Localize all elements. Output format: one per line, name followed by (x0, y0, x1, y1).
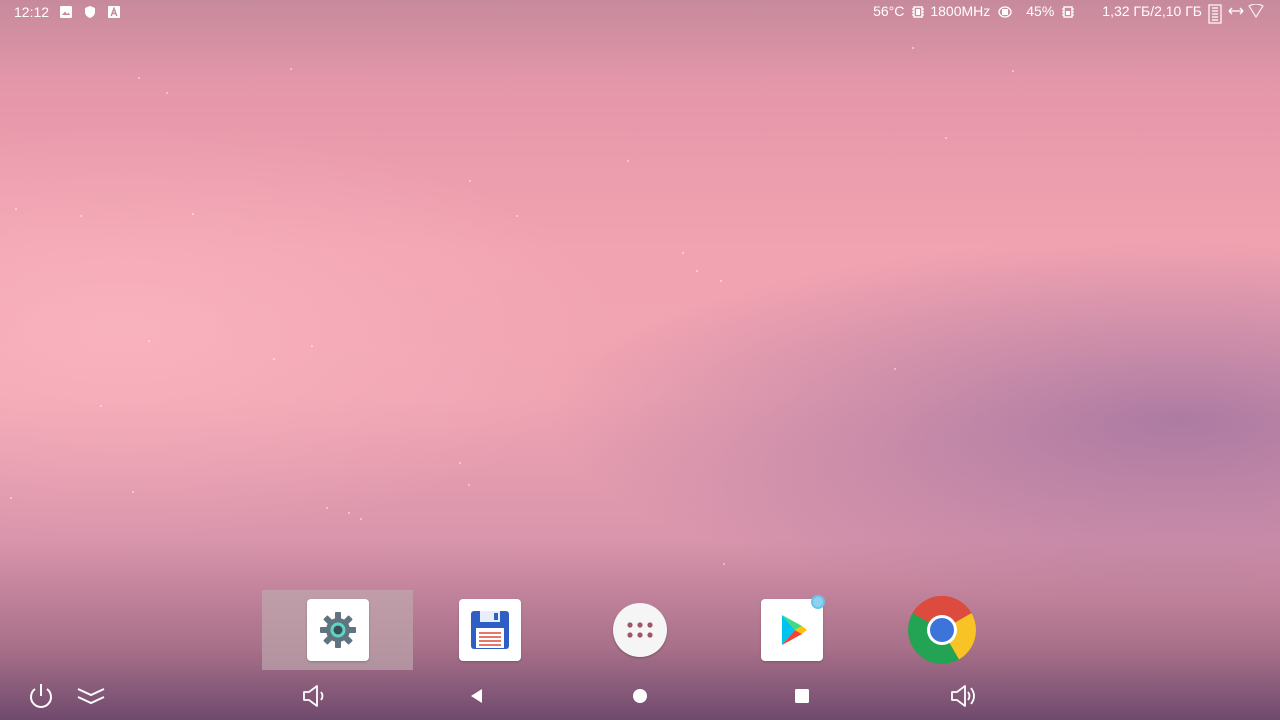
wallpaper-sparkle (682, 252, 684, 254)
wallpaper-sparkle (516, 215, 518, 217)
play-store-icon (781, 615, 807, 645)
wallpaper-sparkle (459, 462, 461, 464)
ram-icon (1208, 4, 1222, 24)
dock-item-settings[interactable] (262, 590, 413, 670)
home-circle-icon (633, 689, 647, 703)
wallpaper-sparkle (311, 345, 313, 347)
cpu-load-readout: 45% (1026, 3, 1055, 19)
temperature-readout: 56°C (873, 3, 905, 19)
volume-up-icon (951, 685, 975, 707)
wallpaper-sparkle (166, 92, 168, 94)
wallpaper-sparkle (10, 497, 12, 499)
status-bar: 12:12 56°C 1800MHz 45% 1,32 ГБ/2,10 ГБ (0, 0, 1280, 24)
chrome-icon[interactable] (907, 595, 977, 665)
cpu-chip-icon (996, 4, 1012, 18)
cpu-chip-icon (910, 4, 925, 18)
wallpaper-sparkle (192, 213, 194, 215)
clock: 12:12 (14, 4, 50, 20)
wallpaper-sparkle (132, 491, 134, 493)
wallpaper-sparkle (912, 47, 914, 49)
wallpaper-sparkle (1012, 70, 1014, 72)
wallpaper-sparkle (80, 215, 82, 217)
dock-item-app-drawer[interactable] (564, 590, 715, 670)
wallpaper-sparkle (100, 405, 102, 407)
wallpaper-sparkle (469, 180, 471, 182)
recents-square-icon (795, 689, 809, 703)
wallpaper-sparkle (148, 340, 150, 342)
recents-button[interactable] (786, 680, 818, 712)
wallpaper-sparkle (696, 270, 698, 272)
file-manager-app-tile[interactable] (458, 599, 521, 661)
app-dock (0, 590, 1280, 670)
dock-item-file-manager[interactable] (414, 590, 565, 670)
wallpaper-sparkle (138, 77, 140, 79)
wallpaper-sparkle (15, 208, 17, 210)
memory-readout: 1,32 ГБ/2,10 ГБ (1102, 3, 1202, 19)
wallpaper-sparkle (627, 160, 629, 162)
text-a-icon (107, 5, 121, 19)
floppy-disk-icon (470, 611, 509, 649)
wallpaper-sparkle (894, 368, 896, 370)
cpu-frequency-readout: 1800MHz (930, 3, 991, 19)
app-drawer-button[interactable] (612, 603, 667, 657)
shield-icon (83, 5, 97, 19)
power-button[interactable] (25, 680, 57, 712)
home-button[interactable] (624, 680, 656, 712)
wallpaper-sparkle (273, 358, 275, 360)
wallpaper-sparkle (720, 280, 722, 282)
wallpaper-sparkle (723, 563, 725, 565)
dock-item-chrome[interactable] (866, 590, 1017, 670)
wallpaper-sparkle (290, 68, 292, 70)
wallpaper-sparkle (945, 137, 947, 139)
volume-down-button[interactable] (298, 680, 330, 712)
wifi-icon (1248, 3, 1264, 19)
settings-app-tile[interactable] (306, 599, 369, 661)
dock-item-play-store[interactable] (716, 590, 867, 670)
wallpaper-sparkle (468, 484, 470, 486)
power-icon (30, 684, 52, 708)
play-store-app-tile[interactable] (760, 595, 825, 661)
wallpaper-sparkle (326, 507, 328, 509)
volume-up-button[interactable] (948, 680, 980, 712)
data-transfer-icon (1228, 4, 1244, 18)
back-triangle-icon (471, 689, 482, 703)
settings-gear-icon (319, 612, 356, 648)
image-icon (59, 5, 73, 19)
app-drawer-dots-icon (626, 622, 653, 638)
navigation-bar (0, 672, 1280, 720)
collapse-button[interactable] (75, 680, 107, 712)
cpu-chip-icon (1060, 4, 1075, 18)
wallpaper-sparkle (348, 512, 350, 514)
back-button[interactable] (461, 680, 493, 712)
collapse-chevrons-icon (77, 688, 105, 705)
notification-badge (810, 595, 825, 609)
status-bar-right: 56°C 1800MHz 45% 1,32 ГБ/2,10 ГБ (873, 3, 1264, 24)
wallpaper-sparkle (360, 518, 362, 520)
volume-down-icon (303, 685, 324, 707)
status-bar-left: 12:12 (14, 4, 121, 20)
